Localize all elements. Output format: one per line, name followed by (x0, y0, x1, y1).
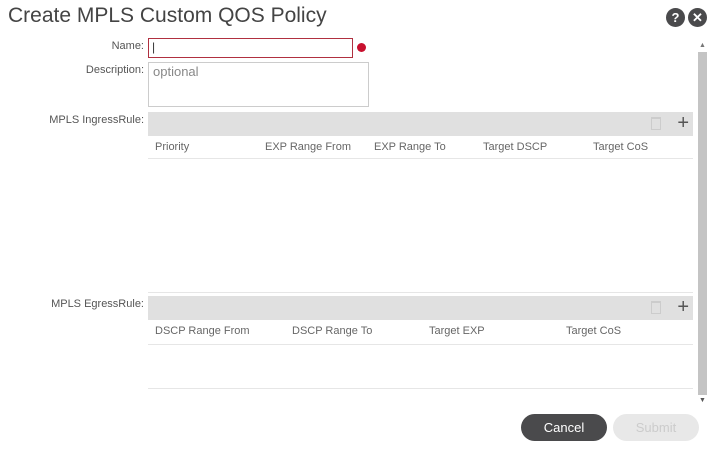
description-label: Description: (85, 64, 144, 76)
description-input[interactable]: optional (148, 62, 369, 107)
column-header[interactable]: Target DSCP (483, 141, 547, 153)
dialog-title: Create MPLS Custom QOS Policy (8, 4, 327, 27)
divider (148, 388, 693, 389)
delete-icon[interactable] (651, 117, 661, 130)
add-icon[interactable]: + (677, 113, 689, 133)
name-input[interactable]: | (148, 38, 353, 58)
ingress-toolbar: + (148, 112, 693, 136)
help-icon[interactable]: ? (666, 8, 685, 27)
divider (148, 344, 693, 345)
divider (148, 158, 693, 159)
column-header[interactable]: DSCP Range To (292, 325, 372, 337)
column-header[interactable]: Target CoS (593, 141, 648, 153)
name-label: Name: (111, 40, 144, 52)
egress-toolbar: + (148, 296, 693, 320)
column-header[interactable]: EXP Range From (265, 141, 351, 153)
column-header[interactable]: DSCP Range From (155, 325, 250, 337)
cancel-button[interactable]: Cancel (521, 414, 607, 441)
add-icon[interactable]: + (677, 297, 689, 317)
column-header[interactable]: Target CoS (566, 325, 621, 337)
delete-icon[interactable] (651, 301, 661, 314)
error-icon (357, 43, 366, 52)
column-header[interactable]: EXP Range To (374, 141, 446, 153)
scrollbar-thumb[interactable] (698, 52, 707, 395)
close-icon[interactable]: ✕ (688, 8, 707, 27)
column-header[interactable]: Priority (155, 141, 189, 153)
ingress-label: MPLS IngressRule: (49, 114, 144, 126)
egress-label: MPLS EgressRule: (51, 298, 144, 310)
divider (148, 292, 693, 293)
submit-button[interactable]: Submit (613, 414, 699, 441)
scroll-up-icon[interactable]: ▲ (699, 42, 706, 49)
column-header[interactable]: Target EXP (429, 325, 485, 337)
scroll-down-icon[interactable]: ▼ (699, 397, 706, 404)
